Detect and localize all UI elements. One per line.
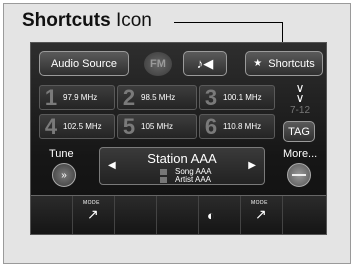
- preset-4-button[interactable]: 4 102.5 MHz: [39, 114, 115, 139]
- preset-number: 5: [122, 113, 136, 139]
- band-indicator: FM: [144, 52, 172, 76]
- preset-6-button[interactable]: 6 110.8 MHz: [199, 114, 275, 139]
- band-label: FM: [150, 58, 166, 70]
- tune-label: Tune: [49, 148, 74, 160]
- climate-cell-2[interactable]: MODE ↗: [73, 196, 115, 234]
- audio-screen: Audio Source FM ♪◀ ★ Shortcuts 1 97.9 MH…: [30, 42, 327, 235]
- callout-leader-horizontal: [174, 22, 282, 23]
- climate-cell-5[interactable]: ◐: [199, 196, 241, 234]
- callout-rest: Icon: [110, 10, 152, 31]
- preset-number: 3: [204, 84, 218, 110]
- station-display: ◀ Station AAA Song AAA Artist AAA ▶: [99, 147, 265, 185]
- seat-airflow-icon: ↗: [255, 206, 267, 222]
- artist-icon: [160, 177, 167, 183]
- shortcuts-label: Shortcuts: [268, 57, 315, 70]
- preset-5-button[interactable]: 5 105 MHz: [117, 114, 197, 139]
- climate-bar: MODE ↗ ◐ MODE ↗: [31, 195, 326, 234]
- more-label: More...: [283, 148, 318, 160]
- climate-cell-1[interactable]: [31, 196, 73, 234]
- climate-cell-4[interactable]: [157, 196, 199, 234]
- song-icon: [160, 169, 167, 175]
- preset-number: 1: [44, 84, 58, 110]
- artist-name: Artist AAA: [175, 175, 212, 184]
- station-name: Station AAA: [147, 151, 217, 166]
- preset-frequency: 105 MHz: [141, 122, 174, 131]
- more-button[interactable]: [287, 163, 311, 187]
- preset-number: 6: [204, 113, 218, 139]
- callout-bold: Shortcuts: [22, 10, 111, 31]
- chevron-double-down-icon: ∨ ∨: [295, 81, 305, 105]
- audio-source-label: Audio Source: [50, 57, 118, 70]
- preset-1-button[interactable]: 1 97.9 MHz: [39, 85, 115, 110]
- rear-defrost-icon: ◐: [207, 208, 215, 223]
- preset-number: 2: [122, 84, 136, 110]
- climate-cell-7[interactable]: [283, 196, 326, 234]
- climate-cell-6[interactable]: MODE ↗: [241, 196, 283, 234]
- station-metadata: Song AAA Artist AAA: [160, 168, 211, 184]
- preset-frequency: 110.8 MHz: [223, 122, 262, 131]
- tune-knob-icon[interactable]: »: [52, 163, 76, 187]
- star-icon: ★: [253, 58, 263, 69]
- music-search-button[interactable]: ♪◀: [183, 51, 227, 76]
- seek-forward-button[interactable]: ▶: [248, 160, 256, 171]
- climate-cell-3[interactable]: [115, 196, 157, 234]
- seat-airflow-icon: ↗: [87, 206, 99, 222]
- music-note-icon: ♪◀: [196, 55, 214, 71]
- tag-label: TAG: [288, 125, 310, 138]
- minus-icon: [292, 174, 306, 176]
- tag-button[interactable]: TAG: [283, 121, 315, 142]
- preset-page-range: 7-12: [289, 105, 310, 116]
- callout-label: Shortcuts Icon: [22, 10, 152, 32]
- preset-number: 4: [44, 113, 58, 139]
- preset-frequency: 98.5 MHz: [141, 93, 176, 102]
- preset-frequency: 100.1 MHz: [223, 93, 262, 102]
- preset-frequency: 97.9 MHz: [63, 93, 98, 102]
- preset-page-button[interactable]: ∨ ∨ 7-12: [283, 81, 317, 116]
- audio-source-button[interactable]: Audio Source: [39, 51, 129, 76]
- preset-frequency: 102.5 MHz: [63, 122, 102, 131]
- shortcuts-button[interactable]: ★ Shortcuts: [245, 51, 323, 76]
- preset-2-button[interactable]: 2 98.5 MHz: [117, 85, 197, 110]
- preset-3-button[interactable]: 3 100.1 MHz: [199, 85, 275, 110]
